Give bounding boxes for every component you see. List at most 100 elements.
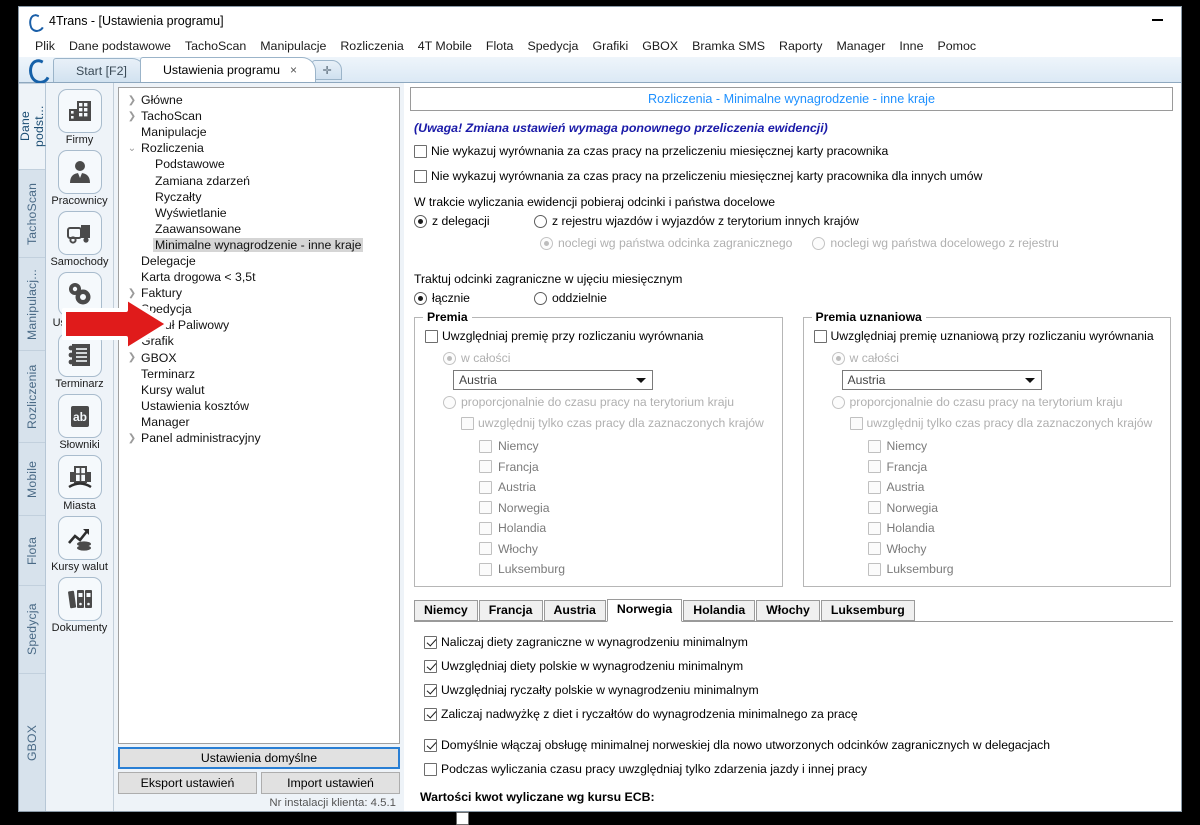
rail-item-spedycja[interactable]: Spedycja <box>19 585 45 673</box>
menu-item-4t-mobile[interactable]: 4T Mobile <box>411 37 479 55</box>
menu-item-tachoscan[interactable]: TachoScan <box>178 37 253 55</box>
radio-lacznie[interactable]: łącznie <box>414 291 534 305</box>
radio-oddzielnie[interactable]: oddzielnie <box>534 291 607 305</box>
checkbox-premia-norwegia[interactable]: Norwegia <box>479 501 772 515</box>
icon-entry-pracownicy[interactable]: Pracownicy <box>48 150 112 207</box>
radio-button[interactable] <box>443 395 456 409</box>
menu-item-flota[interactable]: Flota <box>479 37 521 55</box>
tree-item-gbox[interactable]: ❯ GBOX <box>119 350 399 366</box>
checkbox-no-equalization-monthly-card[interactable]: Nie wykazuj wyrównania za czas pracy na … <box>414 145 1173 158</box>
icon-entry-miasta[interactable]: Miasta <box>48 455 112 512</box>
checkbox-zaliczaj-nadwyzke[interactable]: Zaliczaj nadwyżkę z diet i ryczałtów do … <box>424 708 1173 721</box>
checkbox-premia-only-selected[interactable]: uwzględnij tylko czas pracy dla zaznaczo… <box>461 417 772 430</box>
checkbox-box[interactable] <box>867 562 881 576</box>
tree-item-delegacje[interactable]: ❯Delegacje <box>119 253 399 269</box>
checkbox-box[interactable] <box>414 145 427 158</box>
checkbox-box[interactable] <box>479 439 492 453</box>
checkbox-box[interactable] <box>479 562 492 576</box>
menu-item-grafiki[interactable]: Grafiki <box>585 37 635 55</box>
checkbox-box[interactable] <box>479 521 492 535</box>
menu-item-manipulacje[interactable]: Manipulacje <box>253 37 333 55</box>
checkbox-box[interactable] <box>867 460 881 473</box>
menu-item-rozliczenia[interactable]: Rozliczenia <box>333 37 410 55</box>
tree-item-spedycja[interactable]: ❯ Spedycja <box>119 301 399 317</box>
icon-entry-ustawienia[interactable]: Ustawienia <box>48 272 112 329</box>
tree-item-podstawowe[interactable]: Podstawowe <box>119 156 399 172</box>
tree-item-manager[interactable]: ❯Manager <box>119 414 399 430</box>
tree-item-minimalne-wynagrodzenie-inne-kraje[interactable]: Minimalne wynagrodzenie - inne kraje <box>119 237 399 253</box>
menu-item-spedycja[interactable]: Spedycja <box>520 37 585 55</box>
checkbox-box[interactable] <box>425 330 438 343</box>
tab-francja[interactable]: Francja <box>478 600 543 621</box>
menu-item-dane-podstawowe[interactable]: Dane podstawowe <box>62 37 178 55</box>
tree-item-glowne[interactable]: ❯ Główne <box>119 92 399 108</box>
checkbox-premia-uznaniowa-norwegia[interactable]: Norwegia <box>867 501 1161 515</box>
radio-button[interactable] <box>831 395 845 409</box>
minimize-button[interactable] <box>1137 7 1177 33</box>
tree-item-panel-administracyjny[interactable]: ❯ Panel administracyjny <box>119 430 399 446</box>
rail-item-tachoscan[interactable]: TachoScan <box>19 169 45 257</box>
tab-austria[interactable]: Austria <box>543 600 606 621</box>
checkbox-premia-uznaniowa-only-selected[interactable]: uwzględnij tylko czas pracy dla zaznaczo… <box>849 417 1161 430</box>
radio-button[interactable] <box>443 351 456 365</box>
export-settings-button[interactable]: Eksport ustawień <box>118 772 257 794</box>
tree-item-ustawienia-kosztow[interactable]: ❯Ustawienia kosztów <box>119 398 399 414</box>
checkbox-uwzgledniaj-premie[interactable]: Uwzględniaj premię przy rozliczaniu wyró… <box>425 330 772 343</box>
icon-entry-dokumenty[interactable]: Dokumenty <box>48 577 112 634</box>
rail-item-gbox[interactable]: GBOX <box>19 673 45 811</box>
radio-noclegi-docelowego[interactable]: noclegi wg państwa docelowego z rejestru <box>812 236 1059 250</box>
rail-item-dane-podstawowe[interactable]: Dane podst... <box>18 83 46 169</box>
checkbox-premia-uznaniowa-holandia[interactable]: Holandia <box>867 521 1161 535</box>
checkbox-box[interactable] <box>424 660 437 673</box>
icon-entry-slowniki[interactable]: ab Słowniki <box>48 394 112 451</box>
checkbox-box[interactable] <box>867 521 881 535</box>
checkbox-premia-niemcy[interactable]: Niemcy <box>479 439 772 453</box>
tree-item-grafik[interactable]: ❯Grafik <box>119 333 399 349</box>
tab-luksemburg[interactable]: Luksemburg <box>820 600 915 621</box>
menu-item-manager[interactable]: Manager <box>829 37 892 55</box>
tree-item-karta-drogowa[interactable]: ❯Karta drogowa < 3,5t <box>119 269 399 285</box>
rail-item-mobile[interactable]: Mobile <box>19 442 45 515</box>
checkbox-box[interactable] <box>813 330 827 343</box>
checkbox-box[interactable] <box>414 170 427 183</box>
tab-holandia[interactable]: Holandia <box>683 600 756 621</box>
tab-norwegia[interactable]: Norwegia <box>606 599 683 622</box>
radio-z-rejestru[interactable]: z rejestru wjazdów i wyjazdów z terytori… <box>534 214 859 228</box>
radio-z-delegacji[interactable]: z delegacji <box>414 214 534 228</box>
checkbox-premia-luksemburg[interactable]: Luksemburg <box>479 562 772 576</box>
tree-item-tachoscan[interactable]: ❯ TachoScan <box>119 108 399 124</box>
checkbox-premia-uznaniowa-wlochy[interactable]: Włochy <box>867 542 1161 556</box>
tree-item-faktury[interactable]: ❯ Faktury <box>119 285 399 301</box>
tree-item-kursy-walut[interactable]: ❯Kursy walut <box>119 382 399 398</box>
default-settings-button[interactable]: Ustawienia domyślne <box>118 747 400 769</box>
menu-item-inne[interactable]: Inne <box>892 37 930 55</box>
checkbox-box[interactable] <box>479 480 492 494</box>
checkbox-box[interactable] <box>867 501 881 514</box>
checkbox-box[interactable] <box>424 763 437 776</box>
checkbox-premia-austria[interactable]: Austria <box>479 480 772 494</box>
checkbox-brak-kursu[interactable]: W przypadku braku kursu rozliczaj wg ost… <box>456 812 1173 825</box>
checkbox-podczas-wyliczania-czasu-pracy[interactable]: Podczas wyliczania czasu pracy uwzględni… <box>424 763 1173 776</box>
checkbox-box[interactable] <box>461 417 474 430</box>
document-tab-ustawienia-programu[interactable]: Ustawienia programu × <box>139 57 317 82</box>
checkbox-premia-uznaniowa-niemcy[interactable]: Niemcy <box>867 439 1161 453</box>
premia-uznaniowa-country-select[interactable]: Austria <box>841 370 1042 390</box>
close-icon[interactable]: × <box>290 63 297 77</box>
tree-item-wyswietlanie[interactable]: Wyświetlanie <box>119 205 399 221</box>
import-settings-button[interactable]: Import ustawień <box>261 772 400 794</box>
checkbox-box[interactable] <box>479 542 492 555</box>
checkbox-box[interactable] <box>479 460 492 473</box>
tab-niemcy[interactable]: Niemcy <box>414 600 478 621</box>
checkbox-box[interactable] <box>479 501 492 514</box>
checkbox-box[interactable] <box>456 812 469 825</box>
checkbox-premia-wlochy[interactable]: Włochy <box>479 542 772 556</box>
tree-item-manipulacje[interactable]: ❯Manipulacje <box>119 124 399 140</box>
tree-item-ryczalty[interactable]: Ryczałty <box>119 189 399 205</box>
radio-button[interactable] <box>831 351 845 365</box>
radio-button[interactable] <box>534 291 547 305</box>
tree-item-terminarz[interactable]: ❯Terminarz <box>119 366 399 382</box>
radio-premia-proporcjonalnie[interactable]: proporcjonalnie do czasu pracy na teryto… <box>443 395 772 409</box>
checkbox-uwzgledniaj-ryczalty-polskie[interactable]: Uwzględniaj ryczałty polskie w wynagrodz… <box>424 684 1173 697</box>
checkbox-naliczaj-diety-zagraniczne[interactable]: Naliczaj diety zagraniczne w wynagrodzen… <box>424 636 1173 649</box>
checkbox-premia-uznaniowa-francja[interactable]: Francja <box>867 460 1161 474</box>
